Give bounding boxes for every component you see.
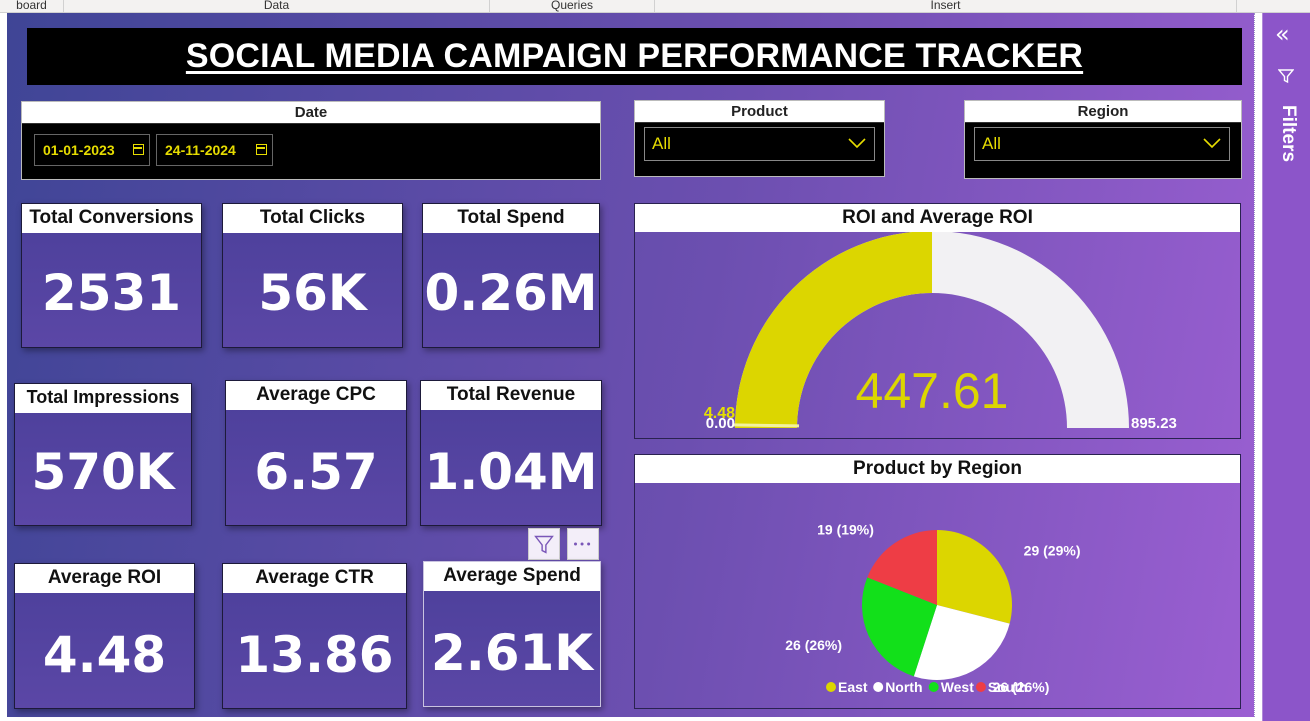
kpi-card-average-roi[interactable]: Average ROI 4.48 — [14, 563, 195, 709]
kpi-label: Average Spend — [424, 562, 600, 591]
legend-marker-east[interactable] — [826, 682, 836, 692]
calendar-icon[interactable] — [256, 144, 267, 155]
product-by-region-visual[interactable]: Product by Region 29 (29%) 26 (26%) 26 (26… — [634, 454, 1241, 709]
kpi-label: Total Impressions — [15, 384, 191, 413]
title-banner: SOCIAL MEDIA CAMPAIGN PERFORMANCE TRACKE… — [27, 28, 1242, 85]
legend-marker-north[interactable] — [873, 682, 884, 692]
kpi-card-total-revenue[interactable]: Total Revenue 1.04M — [420, 380, 602, 526]
kpi-label: Total Conversions — [22, 204, 201, 233]
date-end-input[interactable]: 24-11-2024 — [156, 134, 273, 166]
kpi-label: Total Spend — [423, 204, 599, 233]
roi-gauge-visual[interactable]: ROI and Average ROI 447.61 0.00 4.48 895… — [634, 203, 1241, 439]
legend-label-south[interactable]: South — [988, 679, 1028, 695]
filters-label[interactable]: Filters — [1273, 105, 1299, 175]
date-end-value: 24-11-2024 — [165, 142, 236, 158]
legend-marker-west[interactable] — [928, 682, 939, 692]
legend-marker-south[interactable] — [975, 682, 986, 692]
filter-visual-button[interactable] — [528, 528, 560, 560]
date-start-input[interactable]: 01-01-2023 — [34, 134, 150, 166]
gauge-value-label: 447.61 — [856, 363, 1009, 419]
gauge-max-label: 895.23 — [1131, 415, 1177, 432]
kpi-card-total-impressions[interactable]: Total Impressions 570K — [14, 383, 192, 526]
pie-data-label-east: 29 (29%) — [1024, 542, 1081, 558]
chevron-down-icon[interactable] — [848, 134, 866, 152]
filters-pane: « Filters — [1262, 13, 1310, 721]
funnel-icon[interactable] — [1278, 68, 1294, 84]
kpi-value: 0.26M — [424, 264, 598, 322]
collapse-icon[interactable]: « — [1275, 22, 1299, 46]
product-dropdown-value: All — [652, 134, 671, 153]
funnel-icon — [534, 535, 554, 554]
pie-data-label-south: 19 (19%) — [817, 521, 874, 537]
kpi-value: 4.48 — [42, 626, 167, 684]
ribbon-tab-insert[interactable]: Insert — [655, 0, 1237, 13]
date-slicer[interactable]: Date 01-01-2023 24-11-2024 — [21, 101, 601, 180]
calendar-icon[interactable] — [133, 144, 144, 155]
kpi-card-average-spend[interactable]: Average Spend 2.61K — [423, 561, 601, 707]
canvas-border — [1254, 13, 1255, 717]
product-slicer-label: Product — [635, 101, 884, 123]
kpi-label: Total Clicks — [223, 204, 402, 233]
kpi-label: Average ROI — [15, 564, 194, 593]
kpi-card-average-cpc[interactable]: Average CPC 6.57 — [225, 380, 407, 526]
page-title: SOCIAL MEDIA CAMPAIGN PERFORMANCE TRACKE… — [185, 37, 1084, 75]
pie-title: Product by Region — [635, 455, 1240, 483]
chevron-down-icon[interactable] — [1203, 134, 1221, 152]
region-slicer-label: Region — [965, 101, 1241, 123]
kpi-label: Total Revenue — [421, 381, 601, 410]
gauge-title: ROI and Average ROI — [635, 204, 1240, 232]
ribbon-bar: board Data Queries Insert — [0, 0, 1310, 13]
kpi-label: Average CTR — [223, 564, 406, 593]
legend-label-west[interactable]: West — [941, 679, 975, 695]
pie-data-label-west: 26 (26%) — [785, 637, 842, 653]
kpi-card-total-clicks[interactable]: Total Clicks 56K — [222, 203, 403, 348]
more-icon — [574, 542, 591, 546]
more-options-button[interactable] — [567, 528, 599, 560]
kpi-value: 570K — [31, 443, 175, 501]
ribbon-tab-queries[interactable]: Queries — [490, 0, 655, 13]
region-dropdown-value: All — [982, 134, 1001, 153]
kpi-card-average-ctr[interactable]: Average CTR 13.86 — [222, 563, 407, 709]
date-start-value: 01-01-2023 — [43, 142, 115, 158]
roi-gauge: 447.61 0.00 4.48 895.23 — [704, 232, 1177, 432]
gauge-target-label: 4.48 — [704, 405, 735, 422]
region-dropdown[interactable]: All — [974, 127, 1230, 161]
kpi-value: 13.86 — [235, 626, 394, 684]
ribbon-tab-data[interactable]: Data — [64, 0, 490, 13]
product-by-region-pie: 29 (29%)26 (26%)26 (26%)19 (19%)East Nort… — [785, 521, 1081, 695]
region-slicer[interactable]: Region All — [964, 100, 1242, 179]
kpi-value: 6.57 — [254, 443, 378, 501]
kpi-value: 1.04M — [424, 443, 598, 501]
date-slicer-label: Date — [22, 102, 600, 124]
legend-label-north[interactable]: North — [885, 679, 922, 695]
product-slicer[interactable]: Product All — [634, 100, 885, 177]
ribbon-tab-board[interactable]: board — [0, 0, 64, 13]
gauge-target-line — [733, 423, 800, 428]
kpi-card-total-conversions[interactable]: Total Conversions 2531 — [21, 203, 202, 348]
kpi-value: 2531 — [41, 264, 182, 322]
product-dropdown[interactable]: All — [644, 127, 875, 161]
legend-label-east[interactable]: East — [838, 679, 868, 695]
kpi-value: 2.61K — [430, 624, 594, 682]
kpi-card-total-spend[interactable]: Total Spend 0.26M — [422, 203, 600, 348]
kpi-value: 56K — [258, 264, 367, 322]
kpi-label: Average CPC — [226, 381, 406, 410]
